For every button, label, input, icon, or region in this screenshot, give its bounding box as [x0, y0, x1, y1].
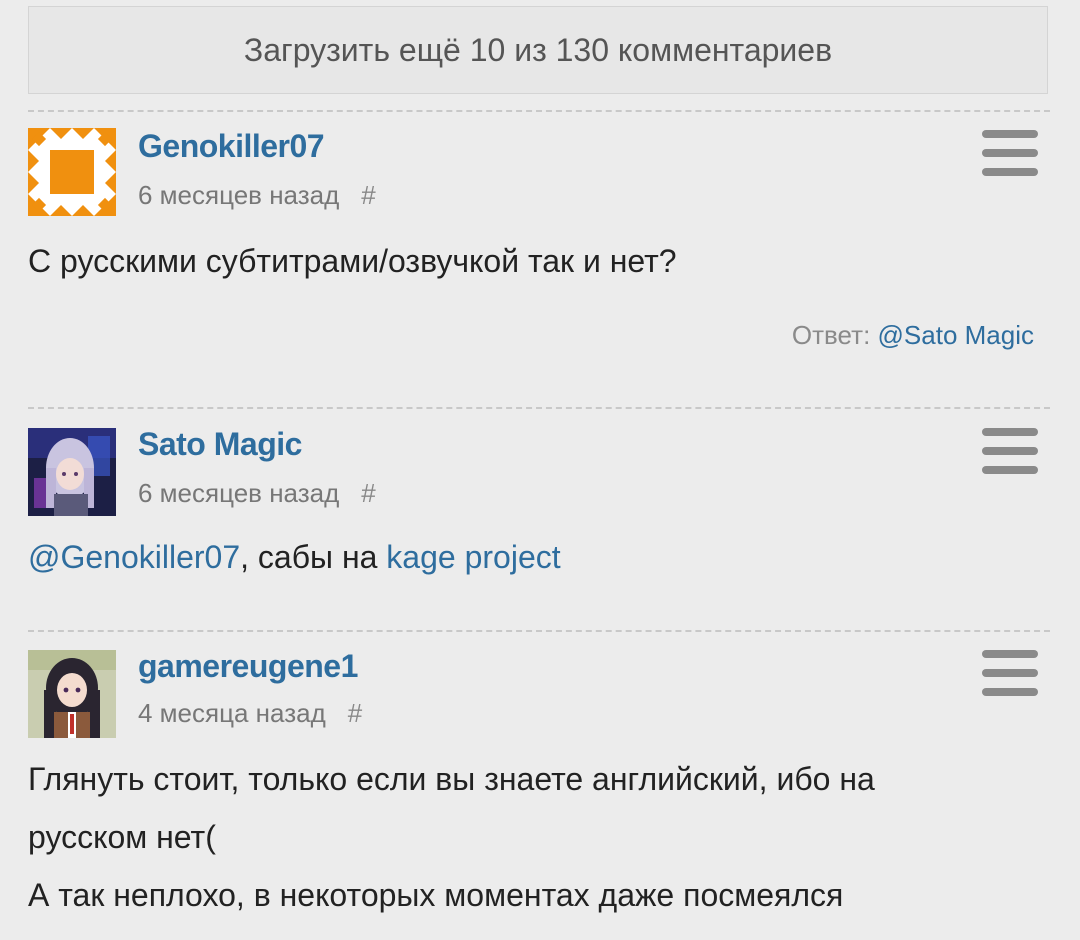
- comment-meta: 6 месяцев назад #: [138, 478, 376, 509]
- comment-meta: 4 месяца назад #: [138, 698, 362, 729]
- comment-divider: [28, 407, 1050, 409]
- comment-text-middle: , сабы на: [240, 539, 387, 575]
- hamburger-menu-icon: [982, 130, 1038, 138]
- comment-menu-button[interactable]: [982, 130, 1038, 176]
- comment-text-line: Глянуть стоит, только если вы знаете анг…: [28, 761, 875, 797]
- hamburger-bar: [982, 688, 1038, 696]
- comment-text: @Genokiller07, сабы на kage project: [28, 528, 1028, 586]
- comment-divider: [28, 630, 1050, 632]
- comment-item: Genokiller07 6 месяцев назад # С русскими…: [28, 128, 1050, 388]
- comment-menu-button[interactable]: [982, 650, 1038, 696]
- comment-text-line: А так неплохо, в некоторых моментах даже…: [28, 877, 844, 913]
- hamburger-menu-icon: [982, 428, 1038, 436]
- user-avatar[interactable]: [28, 128, 116, 216]
- permalink-hash[interactable]: #: [361, 478, 375, 508]
- comment-item: Sato Magic 6 месяцев назад # @Genokiller0…: [28, 426, 1050, 606]
- comment-divider: [28, 110, 1050, 112]
- anime-girl-avatar-icon: [28, 428, 116, 516]
- comment-timestamp[interactable]: 4 месяца назад: [138, 698, 326, 728]
- hamburger-bar: [982, 669, 1038, 677]
- comment-item: gamereugene1 4 месяца назад # Глянуть сто…: [28, 648, 1050, 938]
- hamburger-menu-icon: [982, 650, 1038, 658]
- hamburger-bar: [982, 447, 1038, 455]
- comment-timestamp[interactable]: 6 месяцев назад: [138, 180, 339, 210]
- reply-target-link[interactable]: @Sato Magic: [878, 320, 1034, 350]
- identicon-avatar-icon: [28, 128, 116, 216]
- permalink-hash[interactable]: #: [361, 180, 375, 210]
- comment-menu-button[interactable]: [982, 428, 1038, 474]
- user-avatar[interactable]: [28, 428, 116, 516]
- reply-to: Ответ: @Sato Magic: [792, 320, 1034, 351]
- comment-meta: 6 месяцев назад #: [138, 180, 376, 211]
- comment-timestamp[interactable]: 6 месяцев назад: [138, 478, 339, 508]
- comment-author[interactable]: Sato Magic: [138, 426, 302, 463]
- user-avatar[interactable]: [28, 650, 116, 738]
- comment-author[interactable]: gamereugene1: [138, 648, 358, 685]
- hamburger-bar: [982, 466, 1038, 474]
- anime-schoolgirl-avatar-icon: [28, 650, 116, 738]
- kage-project-link[interactable]: kage project: [386, 539, 560, 575]
- comment-text-line: русском нет(: [28, 819, 216, 855]
- hamburger-bar: [982, 149, 1038, 157]
- permalink-hash[interactable]: #: [348, 698, 362, 728]
- comment-text: Глянуть стоит, только если вы знаете анг…: [28, 750, 1028, 924]
- hamburger-bar: [982, 168, 1038, 176]
- load-more-comments-button[interactable]: Загрузить ещё 10 из 130 комментариев: [28, 6, 1048, 94]
- comment-author[interactable]: Genokiller07: [138, 128, 325, 165]
- mention-link[interactable]: @Genokiller07: [28, 539, 240, 575]
- comment-text: С русскими субтитрами/озвучкой так и нет…: [28, 243, 677, 279]
- reply-label: Ответ:: [791, 320, 871, 350]
